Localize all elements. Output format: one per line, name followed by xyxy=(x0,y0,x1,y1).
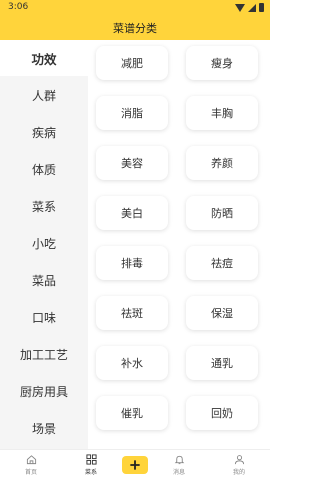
wifi-icon xyxy=(235,3,245,12)
add-button[interactable] xyxy=(122,456,148,474)
category-sidebar: 功效 人群 疾病 体质 菜系 小吃 菜品 口味 加工工艺 厨房用具 场景 xyxy=(0,40,88,449)
sidebar-item-caixi[interactable]: 菜系 xyxy=(0,188,88,224)
status-bar: 3:06 xyxy=(0,0,270,16)
tag-button[interactable]: 催乳 xyxy=(96,396,168,430)
plus-icon xyxy=(130,460,140,470)
nav-label: 我的 xyxy=(232,469,245,476)
sidebar-item-label: 厨房用具 xyxy=(19,384,68,399)
tag-button[interactable]: 丰胸 xyxy=(186,96,258,130)
nav-label: 菜系 xyxy=(84,469,97,476)
sidebar-item-jibing[interactable]: 疾病 xyxy=(0,114,88,150)
tag-grid: 减肥 瘦身 消脂 丰胸 美容 养颜 美白 防晒 排毒 祛痘 祛斑 保湿 补水 通… xyxy=(88,40,270,449)
tag-button[interactable]: 回奶 xyxy=(186,396,258,430)
tag-button[interactable]: 美容 xyxy=(96,146,168,180)
sidebar-item-gongxiao[interactable]: 功效 xyxy=(0,40,88,76)
user-icon xyxy=(234,455,244,465)
nav-home[interactable]: 首页 xyxy=(11,450,51,479)
battery-icon xyxy=(259,3,264,12)
bell-icon xyxy=(174,455,184,465)
tag-button[interactable]: 保湿 xyxy=(186,296,258,330)
nav-label: 首页 xyxy=(24,469,37,476)
sidebar-item-label: 加工工艺 xyxy=(19,347,68,362)
sidebar-item-label: 小吃 xyxy=(31,236,56,251)
tag-button[interactable]: 瘦身 xyxy=(186,46,258,80)
sidebar-item-label: 体质 xyxy=(31,162,56,177)
sidebar-item-label: 菜品 xyxy=(31,273,56,288)
grid-icon xyxy=(85,454,97,465)
tag-button[interactable]: 防晒 xyxy=(186,196,258,230)
sidebar-item-jiagong[interactable]: 加工工艺 xyxy=(0,336,88,372)
nav-label: 消息 xyxy=(172,469,185,476)
sidebar-item-kouwei[interactable]: 口味 xyxy=(0,299,88,335)
sidebar-item-label: 口味 xyxy=(31,310,56,325)
tag-button[interactable]: 祛痘 xyxy=(186,246,258,280)
home-icon xyxy=(26,455,36,465)
nav-categories[interactable]: 菜系 xyxy=(71,450,111,479)
status-icons xyxy=(235,3,264,12)
sidebar-item-changjing[interactable]: 场景 xyxy=(0,410,88,446)
app-header: 菜谱分类 xyxy=(0,16,270,40)
sidebar-item-xiaochi[interactable]: 小吃 xyxy=(0,225,88,261)
sidebar-item-caipin[interactable]: 菜品 xyxy=(0,262,88,298)
sidebar-item-renqun[interactable]: 人群 xyxy=(0,77,88,113)
sidebar-item-label: 菜系 xyxy=(31,199,56,214)
nav-messages[interactable]: 消息 xyxy=(159,450,199,479)
sidebar-item-label: 疾病 xyxy=(31,125,56,140)
sidebar-item-label: 场景 xyxy=(31,421,56,436)
tag-button[interactable]: 减肥 xyxy=(96,46,168,80)
nav-profile[interactable]: 我的 xyxy=(219,450,259,479)
sidebar-item-label: 人群 xyxy=(31,88,56,103)
status-time: 3:06 xyxy=(8,2,29,12)
tag-button[interactable]: 美白 xyxy=(96,196,168,230)
sidebar-item-tizhi[interactable]: 体质 xyxy=(0,151,88,187)
tag-button[interactable]: 祛斑 xyxy=(96,296,168,330)
tag-button[interactable]: 补水 xyxy=(96,346,168,380)
bottom-nav: 首页 菜系 消息 我的 xyxy=(0,449,270,479)
tag-button[interactable]: 通乳 xyxy=(186,346,258,380)
signal-icon xyxy=(248,3,256,12)
tag-button[interactable]: 养颜 xyxy=(186,146,258,180)
page-title: 菜谱分类 xyxy=(113,22,157,35)
tag-button[interactable]: 排毒 xyxy=(96,246,168,280)
sidebar-item-chufang[interactable]: 厨房用具 xyxy=(0,373,88,409)
tag-button[interactable]: 消脂 xyxy=(96,96,168,130)
sidebar-item-label: 功效 xyxy=(31,51,57,67)
